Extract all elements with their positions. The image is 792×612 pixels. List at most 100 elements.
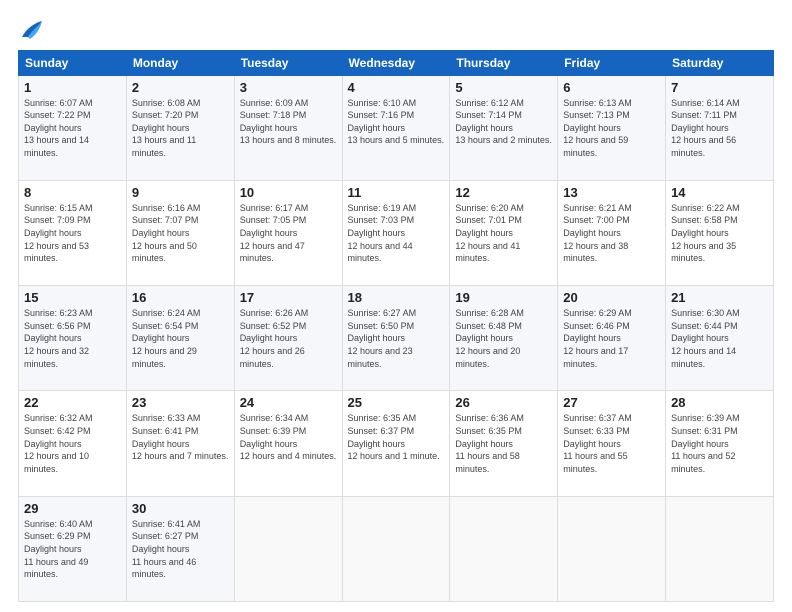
calendar-cell: 27 Sunrise: 6:37 AMSunset: 6:33 PMDayligh… xyxy=(558,391,666,496)
dow-header-friday: Friday xyxy=(558,50,666,75)
day-info: Sunrise: 6:21 AMSunset: 7:00 PMDaylight … xyxy=(563,202,660,265)
calendar-cell: 18 Sunrise: 6:27 AMSunset: 6:50 PMDayligh… xyxy=(342,286,450,391)
day-number: 28 xyxy=(671,395,768,410)
day-info: Sunrise: 6:39 AMSunset: 6:31 PMDaylight … xyxy=(671,412,768,475)
day-number: 9 xyxy=(132,185,229,200)
day-info: Sunrise: 6:40 AMSunset: 6:29 PMDaylight … xyxy=(24,518,121,581)
calendar-cell: 11Sunrise: 6:19 AMSunset: 7:03 PMDayligh… xyxy=(342,180,450,285)
day-number: 17 xyxy=(240,290,337,305)
day-number: 27 xyxy=(563,395,660,410)
day-number: 24 xyxy=(240,395,337,410)
calendar-table: SundayMondayTuesdayWednesdayThursdayFrid… xyxy=(18,50,774,602)
calendar-cell: 12Sunrise: 6:20 AMSunset: 7:01 PMDayligh… xyxy=(450,180,558,285)
calendar-cell: 3 Sunrise: 6:09 AMSunset: 7:18 PMDaylight… xyxy=(234,75,342,180)
calendar-cell xyxy=(342,496,450,601)
calendar-cell: 20 Sunrise: 6:29 AMSunset: 6:46 PMDayligh… xyxy=(558,286,666,391)
calendar-week-4: 22 Sunrise: 6:32 AMSunset: 6:42 PMDayligh… xyxy=(19,391,774,496)
calendar-cell: 6 Sunrise: 6:13 AMSunset: 7:13 PMDaylight… xyxy=(558,75,666,180)
day-number: 16 xyxy=(132,290,229,305)
calendar-cell: 14Sunrise: 6:22 AMSunset: 6:58 PMDayligh… xyxy=(666,180,774,285)
day-number: 14 xyxy=(671,185,768,200)
day-info: Sunrise: 6:41 AMSunset: 6:27 PMDaylight … xyxy=(132,518,229,581)
day-info: Sunrise: 6:08 AMSunset: 7:20 PMDaylight … xyxy=(132,97,229,160)
calendar-cell: 23 Sunrise: 6:33 AMSunset: 6:41 PMDayligh… xyxy=(126,391,234,496)
calendar-cell: 2 Sunrise: 6:08 AMSunset: 7:20 PMDaylight… xyxy=(126,75,234,180)
calendar-week-5: 29 Sunrise: 6:40 AMSunset: 6:29 PMDayligh… xyxy=(19,496,774,601)
day-info: Sunrise: 6:29 AMSunset: 6:46 PMDaylight … xyxy=(563,307,660,370)
day-info: Sunrise: 6:14 AMSunset: 7:11 PMDaylight … xyxy=(671,97,768,160)
calendar-cell: 15 Sunrise: 6:23 AMSunset: 6:56 PMDayligh… xyxy=(19,286,127,391)
day-number: 10 xyxy=(240,185,337,200)
calendar-cell: 8 Sunrise: 6:15 AMSunset: 7:09 PMDaylight… xyxy=(19,180,127,285)
logo-text xyxy=(18,18,44,40)
calendar-cell xyxy=(234,496,342,601)
day-info: Sunrise: 6:13 AMSunset: 7:13 PMDaylight … xyxy=(563,97,660,160)
day-info: Sunrise: 6:26 AMSunset: 6:52 PMDaylight … xyxy=(240,307,337,370)
calendar-cell: 22 Sunrise: 6:32 AMSunset: 6:42 PMDayligh… xyxy=(19,391,127,496)
calendar-cell: 10 Sunrise: 6:17 AMSunset: 7:05 PMDayligh… xyxy=(234,180,342,285)
dow-header-monday: Monday xyxy=(126,50,234,75)
day-number: 21 xyxy=(671,290,768,305)
day-info: Sunrise: 6:09 AMSunset: 7:18 PMDaylight … xyxy=(240,97,337,147)
dow-header-tuesday: Tuesday xyxy=(234,50,342,75)
calendar-cell: 28 Sunrise: 6:39 AMSunset: 6:31 PMDayligh… xyxy=(666,391,774,496)
logo-bird-icon xyxy=(20,19,44,39)
calendar-cell: 21Sunrise: 6:30 AMSunset: 6:44 PMDayligh… xyxy=(666,286,774,391)
calendar-cell: 19 Sunrise: 6:28 AMSunset: 6:48 PMDayligh… xyxy=(450,286,558,391)
calendar-cell: 1 Sunrise: 6:07 AMSunset: 7:22 PMDaylight… xyxy=(19,75,127,180)
day-info: Sunrise: 6:23 AMSunset: 6:56 PMDaylight … xyxy=(24,307,121,370)
dow-header-wednesday: Wednesday xyxy=(342,50,450,75)
dow-header-sunday: Sunday xyxy=(19,50,127,75)
day-number: 23 xyxy=(132,395,229,410)
calendar-cell: 30 Sunrise: 6:41 AMSunset: 6:27 PMDayligh… xyxy=(126,496,234,601)
day-info: Sunrise: 6:07 AMSunset: 7:22 PMDaylight … xyxy=(24,97,121,160)
page: SundayMondayTuesdayWednesdayThursdayFrid… xyxy=(0,0,792,612)
calendar-cell: 29 Sunrise: 6:40 AMSunset: 6:29 PMDayligh… xyxy=(19,496,127,601)
day-number: 20 xyxy=(563,290,660,305)
day-number: 30 xyxy=(132,501,229,516)
calendar-cell: 24 Sunrise: 6:34 AMSunset: 6:39 PMDayligh… xyxy=(234,391,342,496)
day-info: Sunrise: 6:16 AMSunset: 7:07 PMDaylight … xyxy=(132,202,229,265)
day-number: 18 xyxy=(348,290,445,305)
day-number: 2 xyxy=(132,80,229,95)
day-info: Sunrise: 6:10 AMSunset: 7:16 PMDaylight … xyxy=(348,97,445,147)
calendar-cell: 4Sunrise: 6:10 AMSunset: 7:16 PMDaylight… xyxy=(342,75,450,180)
day-info: Sunrise: 6:15 AMSunset: 7:09 PMDaylight … xyxy=(24,202,121,265)
day-number: 3 xyxy=(240,80,337,95)
calendar-week-2: 8 Sunrise: 6:15 AMSunset: 7:09 PMDaylight… xyxy=(19,180,774,285)
day-number: 25 xyxy=(348,395,445,410)
calendar-cell: 5Sunrise: 6:12 AMSunset: 7:14 PMDaylight… xyxy=(450,75,558,180)
day-number: 29 xyxy=(24,501,121,516)
day-number: 5 xyxy=(455,80,552,95)
dow-header-thursday: Thursday xyxy=(450,50,558,75)
day-number: 15 xyxy=(24,290,121,305)
day-number: 19 xyxy=(455,290,552,305)
day-number: 1 xyxy=(24,80,121,95)
day-info: Sunrise: 6:20 AMSunset: 7:01 PMDaylight … xyxy=(455,202,552,265)
day-number: 22 xyxy=(24,395,121,410)
logo xyxy=(18,18,44,40)
calendar-cell xyxy=(558,496,666,601)
calendar-week-3: 15 Sunrise: 6:23 AMSunset: 6:56 PMDayligh… xyxy=(19,286,774,391)
day-info: Sunrise: 6:24 AMSunset: 6:54 PMDaylight … xyxy=(132,307,229,370)
day-info: Sunrise: 6:32 AMSunset: 6:42 PMDaylight … xyxy=(24,412,121,475)
calendar-cell: 25 Sunrise: 6:35 AMSunset: 6:37 PMDayligh… xyxy=(342,391,450,496)
calendar-cell: 17 Sunrise: 6:26 AMSunset: 6:52 PMDayligh… xyxy=(234,286,342,391)
header xyxy=(18,18,774,40)
calendar-cell: 9 Sunrise: 6:16 AMSunset: 7:07 PMDaylight… xyxy=(126,180,234,285)
calendar-cell xyxy=(666,496,774,601)
day-number: 6 xyxy=(563,80,660,95)
day-info: Sunrise: 6:34 AMSunset: 6:39 PMDaylight … xyxy=(240,412,337,462)
day-info: Sunrise: 6:33 AMSunset: 6:41 PMDaylight … xyxy=(132,412,229,462)
day-number: 7 xyxy=(671,80,768,95)
calendar-cell xyxy=(450,496,558,601)
day-number: 8 xyxy=(24,185,121,200)
calendar-cell: 16 Sunrise: 6:24 AMSunset: 6:54 PMDayligh… xyxy=(126,286,234,391)
day-info: Sunrise: 6:28 AMSunset: 6:48 PMDaylight … xyxy=(455,307,552,370)
day-info: Sunrise: 6:37 AMSunset: 6:33 PMDaylight … xyxy=(563,412,660,475)
day-info: Sunrise: 6:35 AMSunset: 6:37 PMDaylight … xyxy=(348,412,445,462)
day-info: Sunrise: 6:17 AMSunset: 7:05 PMDaylight … xyxy=(240,202,337,265)
day-number: 26 xyxy=(455,395,552,410)
day-info: Sunrise: 6:36 AMSunset: 6:35 PMDaylight … xyxy=(455,412,552,475)
day-info: Sunrise: 6:27 AMSunset: 6:50 PMDaylight … xyxy=(348,307,445,370)
